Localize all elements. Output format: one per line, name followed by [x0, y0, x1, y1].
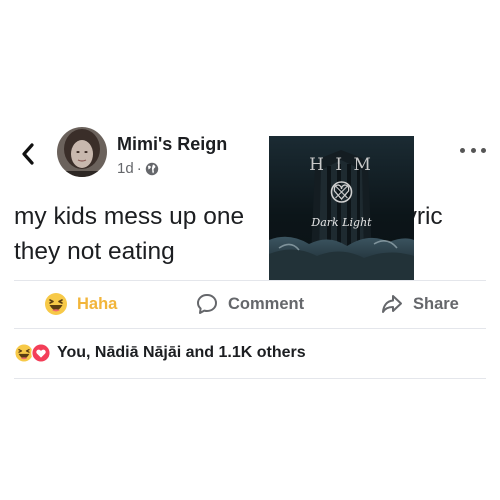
back-button[interactable] — [18, 140, 38, 168]
album-cover-image: H I M Dark Light — [269, 136, 414, 281]
divider — [14, 378, 486, 379]
haha-button[interactable]: Haha — [44, 289, 117, 319]
divider — [14, 280, 486, 281]
share-button[interactable]: Share — [380, 289, 459, 319]
haha-emoji-icon — [45, 293, 67, 315]
globe-icon — [145, 162, 158, 175]
more-dot-icon — [470, 147, 476, 153]
more-options-button[interactable] — [460, 140, 486, 160]
comment-icon — [197, 294, 217, 314]
facebook-post: Mimi's Reign 1d · my kids mess up one lyr… — [0, 0, 500, 500]
reaction-icons — [14, 343, 51, 363]
reactions-summary[interactable]: You, Nādiā Nājāi and 1.1K others — [14, 341, 306, 365]
avatar[interactable] — [57, 127, 107, 177]
reactions-text: You, Nādiā Nājāi and 1.1K others — [57, 344, 306, 361]
author-name[interactable]: Mimi's Reign — [117, 134, 227, 155]
share-label: Share — [413, 294, 459, 313]
comment-label: Comment — [228, 294, 305, 313]
love-reaction-icon — [31, 343, 51, 363]
comment-button[interactable]: Comment — [195, 289, 304, 319]
share-arrow-icon — [382, 295, 402, 313]
more-dot-icon — [481, 147, 486, 153]
haha-label: Haha — [77, 294, 118, 313]
album-band-logo: H I M — [309, 155, 374, 175]
divider — [14, 328, 486, 329]
post-text-line-1-start: my kids mess up one — [14, 203, 245, 230]
more-dot-icon — [460, 147, 465, 153]
album-title: Dark Light — [310, 216, 372, 229]
chevron-left-icon — [22, 143, 34, 165]
meta-separator: · — [136, 160, 142, 177]
post-meta: 1d · — [117, 160, 159, 177]
post-time: 1d — [117, 160, 134, 177]
